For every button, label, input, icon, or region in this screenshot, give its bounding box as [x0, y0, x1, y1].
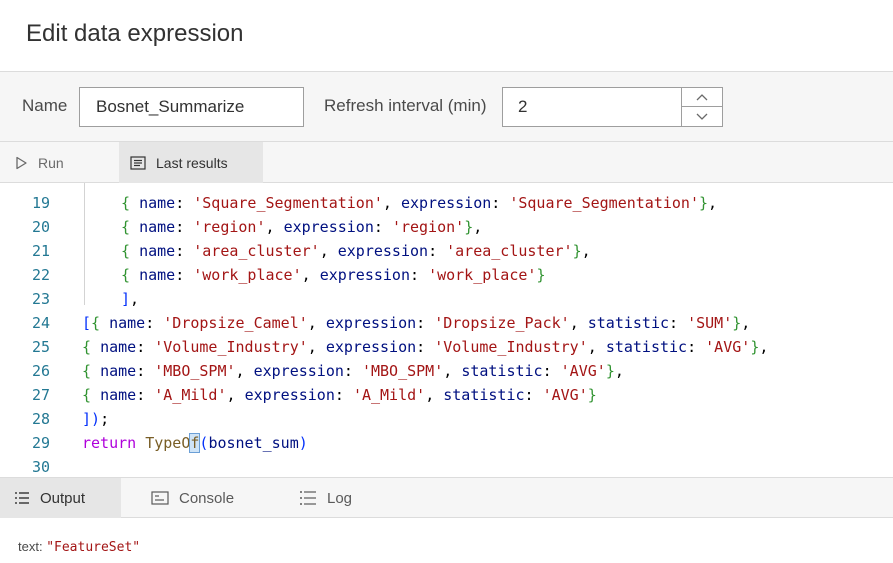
code-line[interactable]: 23], [0, 287, 893, 311]
line-number: 29 [31, 434, 50, 452]
expression-settings: Name Bosnet_Summarize Refresh interval (… [0, 72, 893, 142]
refresh-interval-input[interactable]: 2 [502, 87, 723, 127]
results-icon [130, 155, 146, 170]
chevron-up-icon [696, 94, 708, 101]
line-number: 22 [31, 266, 50, 284]
line-number: 24 [31, 314, 50, 332]
code-line[interactable]: 20 { name: 'region', expression: 'region'… [0, 215, 893, 239]
line-number: 28 [31, 410, 50, 428]
code-text: { name: 'MBO_SPM', expression: 'MBO_SPM'… [82, 362, 624, 380]
name-label: Name [22, 96, 68, 115]
code-line[interactable]: 19 { name: 'Square_Segmentation', express… [0, 191, 893, 215]
code-text: { name: 'Volume_Industry', expression: '… [82, 338, 769, 356]
tab-log[interactable]: Log [299, 478, 352, 518]
tab-output[interactable]: Output [0, 478, 121, 518]
code-text: { name: 'Square_Segmentation', expressio… [121, 194, 718, 212]
tab-console[interactable]: Console [151, 478, 234, 518]
code-line[interactable]: 21 { name: 'area_cluster', expression: 'a… [0, 239, 893, 263]
code-line[interactable]: 28]); [0, 407, 893, 431]
list-icon [15, 492, 29, 504]
output-panel: text: "FeatureSet" [0, 518, 893, 563]
decrement-button[interactable] [682, 107, 722, 126]
code-line[interactable]: 27 { name: 'A_Mild', expression: 'A_Mild'… [0, 383, 893, 407]
dialog-header: Edit data expression [0, 0, 893, 72]
tab-log-label: Log [327, 489, 353, 507]
output-key: text: [18, 539, 47, 554]
line-number: 23 [31, 290, 50, 308]
line-number: 27 [31, 386, 50, 404]
code-text: { name: 'work_place', expression: 'work_… [121, 266, 546, 284]
dialog-title: Edit data expression [26, 20, 244, 47]
line-number: 20 [31, 218, 50, 236]
code-text: return TypeOf(bosnet_sum) [82, 433, 308, 453]
code-text: ], [121, 290, 140, 308]
refresh-interval-value: 2 [518, 97, 528, 116]
code-line[interactable]: 26 { name: 'MBO_SPM', expression: 'MBO_SP… [0, 359, 893, 383]
console-icon [151, 491, 169, 505]
line-number: 21 [31, 242, 50, 260]
code-line[interactable]: 24 [{ name: 'Dropsize_Camel', expression:… [0, 311, 893, 335]
refresh-interval-stepper [681, 88, 722, 126]
refresh-interval-label: Refresh interval (min) [324, 96, 487, 115]
play-icon [16, 156, 27, 169]
code-editor[interactable]: 19 { name: 'Square_Segmentation', express… [0, 183, 893, 477]
code-text: ]); [82, 410, 110, 428]
run-label: Run [38, 154, 64, 171]
name-input[interactable]: Bosnet_Summarize [79, 87, 304, 127]
code-text: { name: 'A_Mild', expression: 'A_Mild', … [82, 386, 597, 404]
run-button[interactable]: Run [14, 142, 64, 183]
log-icon [300, 491, 316, 505]
code-text: { name: 'area_cluster', expression: 'are… [121, 242, 591, 260]
output-value: "FeatureSet" [46, 540, 141, 555]
chevron-down-icon [696, 113, 708, 120]
last-results-button[interactable]: Last results [119, 142, 263, 183]
line-number: 19 [31, 194, 50, 212]
code-text: [{ name: 'Dropsize_Camel', expression: '… [82, 314, 751, 332]
line-number: 30 [31, 458, 50, 476]
increment-button[interactable] [682, 88, 722, 107]
line-number: 25 [31, 338, 50, 356]
tab-output-label: Output [40, 489, 86, 507]
editor-toolbar: Run Last results [0, 142, 893, 183]
code-line[interactable]: 30 [0, 455, 893, 477]
line-number: 26 [31, 362, 50, 380]
tab-console-label: Console [179, 489, 235, 507]
last-results-label: Last results [156, 154, 228, 171]
code-line[interactable]: 22 { name: 'work_place', expression: 'wor… [0, 263, 893, 287]
output-tabs: Output Console Log [0, 477, 893, 518]
code-line[interactable]: 25 { name: 'Volume_Industry', expression:… [0, 335, 893, 359]
output-result: text: "FeatureSet" [18, 539, 140, 555]
code-line[interactable]: 29 return TypeOf(bosnet_sum) [0, 431, 893, 455]
code-text: { name: 'region', expression: 'region'}, [121, 218, 483, 236]
